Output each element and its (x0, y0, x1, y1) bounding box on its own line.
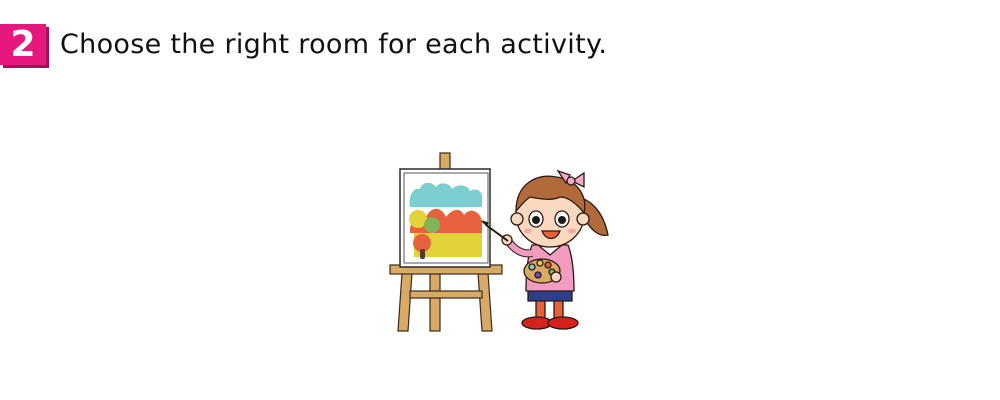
canvas-painting (399, 168, 491, 268)
girl-painting-illustration (389, 152, 609, 332)
question-header: 2 Choose the right room for each activit… (0, 24, 607, 65)
girl (481, 169, 609, 330)
question-instruction: Choose the right room for each activity. (60, 29, 608, 60)
painting-illustration (380, 145, 620, 340)
question-number-badge: 2 (0, 24, 46, 65)
